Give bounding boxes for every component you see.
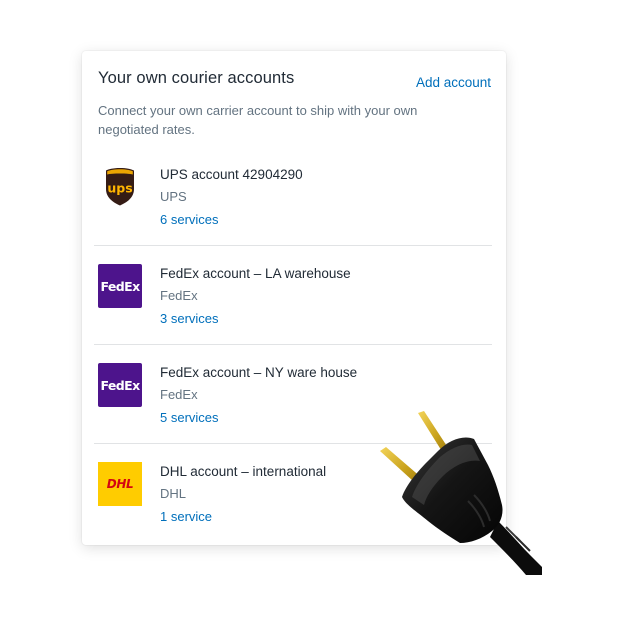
account-carrier: FedEx	[160, 288, 198, 303]
account-name: UPS account 42904290	[160, 167, 303, 182]
card-title: Your own courier accounts	[98, 69, 295, 87]
dhl-logo-text: DHL	[106, 477, 134, 491]
account-services-link[interactable]: 6 services	[160, 212, 219, 227]
account-services-link[interactable]: 3 services	[160, 311, 219, 326]
account-item: ups UPS account 42904290 UPS 6 services	[94, 147, 492, 245]
power-plug-icon	[380, 411, 542, 575]
ups-logo: ups	[98, 165, 142, 209]
stage: Your own courier accounts Add account Co…	[0, 0, 620, 620]
account-item: FedEx FedEx account – LA warehouse FedEx…	[94, 246, 492, 344]
account-name: FedEx account – NY ware house	[160, 365, 358, 380]
dhl-logo: DHL	[98, 462, 142, 506]
account-carrier: FedEx	[160, 387, 198, 402]
account-carrier: DHL	[160, 486, 187, 501]
account-carrier: UPS	[160, 189, 187, 204]
card-description: Connect your own carrier account to ship…	[98, 103, 418, 137]
fedex-logo: FedEx	[98, 264, 142, 308]
account-name: FedEx account – LA warehouse	[160, 266, 351, 281]
account-services-link[interactable]: 5 services	[160, 410, 219, 425]
ups-logo-text: ups	[107, 181, 132, 196]
account-services-link[interactable]: 1 service	[160, 509, 212, 524]
account-name: DHL account – international	[160, 464, 327, 479]
add-account-link[interactable]: Add account	[416, 75, 491, 90]
fedex-logo: FedEx	[98, 363, 142, 407]
